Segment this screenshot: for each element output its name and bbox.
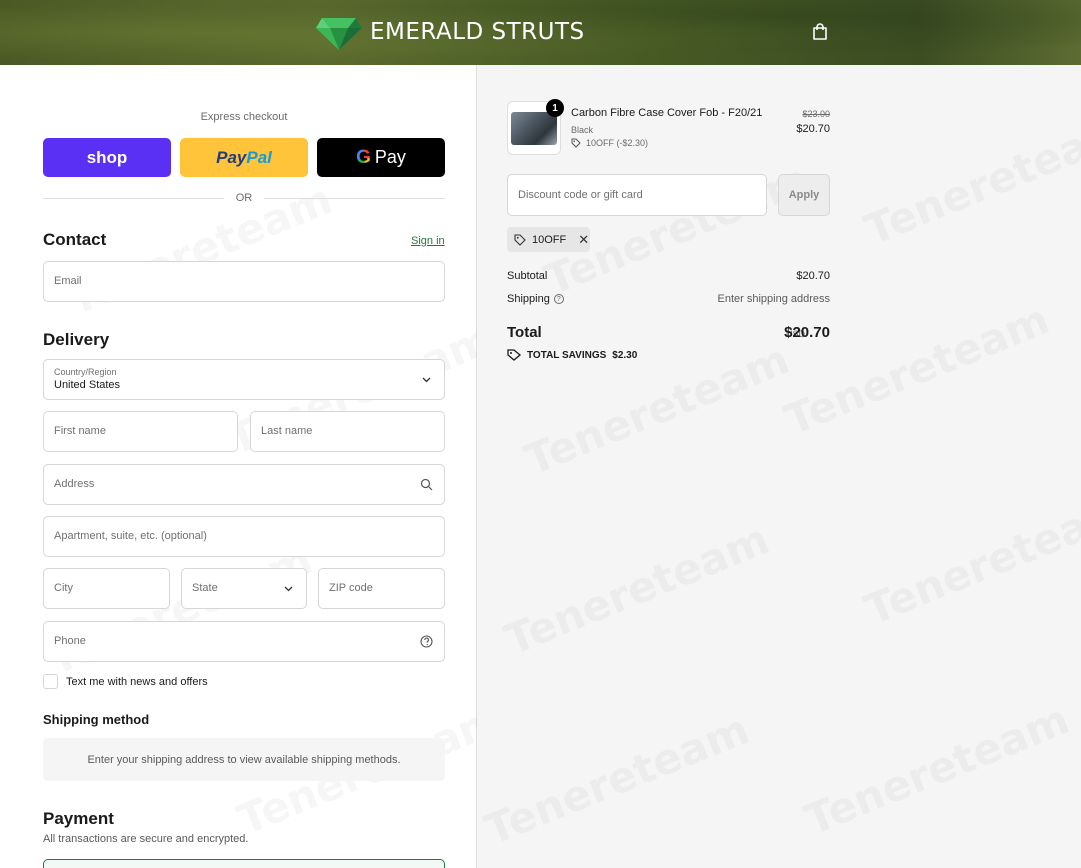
country-select[interactable]: Country/Region United States bbox=[43, 359, 445, 400]
country-value: United States bbox=[54, 379, 121, 391]
contact-title: Contact bbox=[43, 230, 107, 249]
paypal-label-pay: Pay bbox=[216, 147, 247, 167]
product-discount-text: 10OFF (-$2.30) bbox=[586, 138, 649, 148]
state-select[interactable]: State bbox=[181, 568, 307, 609]
help-circle-icon[interactable] bbox=[420, 635, 433, 648]
shipping-label-row: Shipping? bbox=[507, 293, 564, 305]
product-name: Carbon Fibre Case Cover Fob - F20/21 bbox=[571, 107, 763, 119]
discount-code-input[interactable]: Discount code or gift card bbox=[507, 174, 767, 216]
payment-option-card[interactable] bbox=[43, 859, 445, 868]
brand-logo[interactable]: EMERALD STRUTS bbox=[316, 13, 585, 51]
city-field[interactable]: City bbox=[43, 568, 170, 609]
or-label: OR bbox=[235, 192, 253, 204]
discount-placeholder: Discount code or gift card bbox=[518, 189, 643, 201]
phone-field[interactable]: Phone bbox=[43, 621, 445, 662]
brand-name: EMERALD STRUTS bbox=[370, 19, 585, 45]
shipping-method-notice: Enter your shipping address to view avai… bbox=[43, 738, 445, 781]
paypal-label-pal: Pal bbox=[246, 147, 272, 167]
address-placeholder: Address bbox=[54, 478, 95, 490]
google-pay-label: Pay bbox=[374, 147, 406, 167]
text-me-checkbox[interactable] bbox=[43, 674, 58, 689]
shipping-value: Enter shipping address bbox=[717, 293, 830, 305]
last-name-placeholder: Last name bbox=[261, 425, 313, 437]
delivery-title: Delivery bbox=[43, 330, 110, 349]
paypal-button[interactable]: Pay Pal bbox=[180, 138, 308, 177]
email-field[interactable]: Email bbox=[43, 261, 445, 302]
apartment-placeholder: Apartment, suite, etc. (optional) bbox=[54, 530, 207, 542]
search-icon bbox=[420, 478, 433, 491]
tag-icon bbox=[571, 138, 581, 148]
text-me-option[interactable]: Text me with news and offers bbox=[43, 674, 208, 689]
payment-security-note: All transactions are secure and encrypte… bbox=[43, 833, 249, 845]
google-g-icon: G bbox=[356, 146, 371, 168]
text-me-label: Text me with news and offers bbox=[66, 675, 208, 688]
shop-pay-label: shop bbox=[86, 147, 128, 167]
divider-line bbox=[264, 197, 445, 199]
product-image bbox=[511, 112, 557, 145]
chevron-down-icon bbox=[422, 377, 431, 383]
shopping-bag-icon[interactable] bbox=[811, 23, 829, 41]
last-name-field[interactable]: Last name bbox=[250, 411, 445, 452]
divider-line bbox=[43, 197, 224, 199]
apartment-field[interactable]: Apartment, suite, etc. (optional) bbox=[43, 516, 445, 557]
city-placeholder: City bbox=[54, 582, 73, 594]
or-divider: OR bbox=[43, 191, 445, 205]
remove-discount-icon[interactable]: ✕ bbox=[578, 232, 589, 248]
first-name-field[interactable]: First name bbox=[43, 411, 238, 452]
zip-code-field[interactable]: ZIP code bbox=[318, 568, 445, 609]
savings-value: $2.30 bbox=[612, 349, 638, 361]
payment-title: Payment bbox=[43, 809, 114, 828]
state-placeholder: State bbox=[192, 582, 218, 594]
applied-discount-code: 10OFF bbox=[532, 233, 567, 246]
tag-icon bbox=[514, 233, 526, 246]
item-price: $20.70 bbox=[796, 123, 830, 135]
emerald-gem-icon bbox=[316, 18, 362, 50]
country-label: Country/Region bbox=[54, 367, 117, 377]
shop-pay-button[interactable]: shop bbox=[43, 138, 171, 177]
savings-label: TOTAL SAVINGS bbox=[527, 349, 607, 361]
apply-discount-button[interactable]: Apply bbox=[778, 174, 830, 216]
subtotal-label: Subtotal bbox=[507, 270, 548, 282]
savings-tag-icon bbox=[507, 349, 521, 361]
subtotal-value: $20.70 bbox=[796, 270, 830, 282]
email-placeholder: Email bbox=[54, 275, 82, 287]
zip-placeholder: ZIP code bbox=[329, 582, 373, 594]
shipping-method-title: Shipping method bbox=[43, 712, 150, 727]
total-value: $20.70 bbox=[784, 324, 830, 341]
product-variant: Black bbox=[571, 125, 594, 135]
first-name-placeholder: First name bbox=[54, 425, 106, 437]
google-pay-button[interactable]: G Pay bbox=[317, 138, 445, 177]
product-discount: 10OFF (-$2.30) bbox=[571, 138, 648, 148]
shipping-label: Shipping bbox=[507, 293, 550, 305]
original-price: $23.00 bbox=[802, 109, 830, 119]
sign-in-link[interactable]: Sign in bbox=[411, 235, 445, 247]
phone-placeholder: Phone bbox=[54, 635, 86, 647]
total-savings: TOTAL SAVINGS $2.30 bbox=[507, 349, 637, 361]
help-circle-icon[interactable]: ? bbox=[553, 294, 564, 305]
total-label: Total bbox=[507, 324, 542, 341]
site-header: EMERALD STRUTS bbox=[0, 0, 1081, 65]
address-field[interactable]: Address bbox=[43, 464, 445, 505]
quantity-badge: 1 bbox=[546, 99, 564, 117]
express-checkout-label: Express checkout bbox=[200, 111, 288, 123]
chevron-down-icon bbox=[284, 586, 293, 592]
applied-discount-chip: 10OFF ✕ bbox=[507, 227, 590, 252]
